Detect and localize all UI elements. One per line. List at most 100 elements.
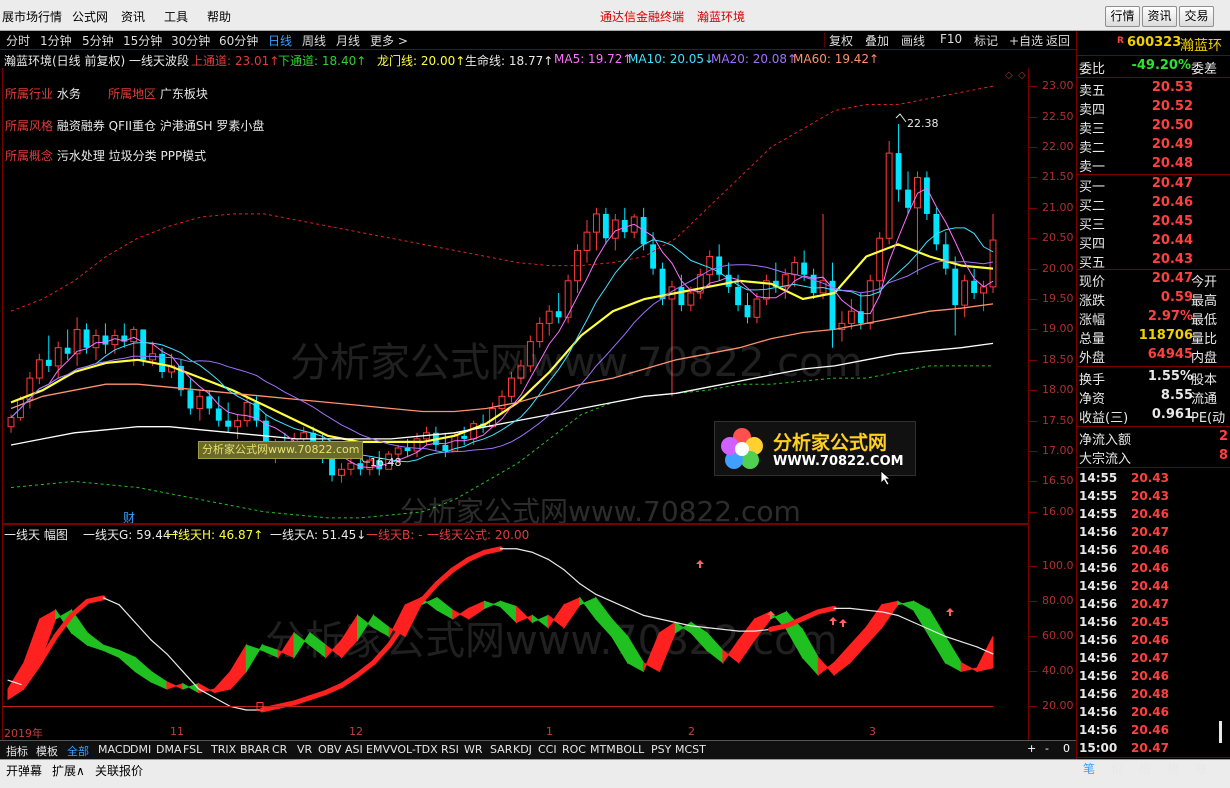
indicator-tab-obv[interactable]: OBV xyxy=(318,743,341,756)
related-quote-button[interactable]: 关联报价 xyxy=(95,762,143,779)
panel-tab-1[interactable]: 价 xyxy=(1111,760,1123,777)
ribbon-segment xyxy=(150,670,168,690)
period-1min[interactable]: 1分钟 xyxy=(40,32,72,49)
slow-line-segment xyxy=(849,607,867,611)
indicator-tab-kdj[interactable]: KDJ xyxy=(513,743,532,756)
period-weekly[interactable]: 周线 xyxy=(302,32,326,49)
indicator-tab-rsi[interactable]: RSI xyxy=(441,743,459,756)
slow-line-segment xyxy=(547,558,565,571)
ask-row-label: 卖一 xyxy=(1079,160,1106,175)
indicator-tab-dma[interactable]: DMA xyxy=(156,743,182,756)
ribbon-segment xyxy=(944,634,962,673)
stat-row-label2: 最低 xyxy=(1191,313,1218,328)
period-60min[interactable]: 60分钟 xyxy=(219,32,258,49)
indicator-tab-全部[interactable]: 全部 xyxy=(67,743,89,759)
indicator-tab-wr[interactable]: WR xyxy=(464,743,483,756)
indicator-tab-brar[interactable]: BRAR xyxy=(240,743,270,756)
price-tick-mark xyxy=(1029,86,1037,88)
tick-price: 20.47 xyxy=(1131,597,1169,611)
danmaku-toggle[interactable]: 开弹幕 xyxy=(6,762,42,779)
panel-tab-4[interactable]: 联 xyxy=(1195,760,1207,777)
link-tdx-terminal[interactable]: 通达信金融终端 xyxy=(600,8,684,25)
bid-row: 买二 20.46 xyxy=(1077,195,1230,214)
candle-body xyxy=(498,395,506,409)
tick-time: 14:56 xyxy=(1079,687,1118,701)
overlay-button[interactable]: 叠加 xyxy=(865,32,889,49)
news-button[interactable]: 资讯 xyxy=(1142,6,1177,27)
mark-button[interactable]: 标记 xyxy=(974,32,998,49)
period-more[interactable]: 更多 > xyxy=(370,32,408,49)
candle-body xyxy=(442,444,449,452)
indicator-tab-trix[interactable]: TRIX xyxy=(211,743,236,756)
ribbon-segment xyxy=(595,596,613,638)
stat2-row-label2: 流通 xyxy=(1191,392,1218,407)
price-tick-mark xyxy=(1029,329,1037,331)
indicator-tab-指标[interactable]: 指标 xyxy=(6,743,28,759)
price-tick-label: 21.00 xyxy=(1042,200,1074,214)
period-monthly[interactable]: 月线 xyxy=(336,32,360,49)
indicator-tab-vol-tdx[interactable]: VOL-TDX xyxy=(390,743,438,756)
period-daily[interactable]: 日线 xyxy=(268,32,292,49)
indicator-tab-cr[interactable]: CR xyxy=(272,743,287,756)
menu-tools[interactable]: 工具 xyxy=(164,8,188,25)
ribbon-segment xyxy=(166,681,184,690)
draw-button[interactable]: 画线 xyxy=(901,32,925,49)
expand-toggle[interactable]: 扩展∧ xyxy=(52,762,85,779)
indicator-tab-模板[interactable]: 模板 xyxy=(36,743,58,759)
ask-row-label: 卖二 xyxy=(1079,141,1106,156)
bid-row-value: 20.44 xyxy=(1151,233,1193,248)
panel-tab-2[interactable]: 细 xyxy=(1139,760,1151,777)
tick-price: 20.44 xyxy=(1131,579,1169,593)
period-5min[interactable]: 5分钟 xyxy=(82,32,114,49)
indicator-tab-mcst[interactable]: MCST xyxy=(675,743,706,756)
indicator-tab-fsl[interactable]: FSL xyxy=(183,743,202,756)
bid-row: 买三 20.45 xyxy=(1077,214,1230,233)
candle-body xyxy=(35,359,43,379)
price-tick-label: 22.00 xyxy=(1042,140,1074,154)
zoom-reset-button[interactable]: 0 xyxy=(1063,742,1070,755)
candle-body xyxy=(621,220,628,233)
indicator-tab-cci[interactable]: CCI xyxy=(538,743,557,756)
ma20-value: MA20: 20.08↑ xyxy=(711,52,798,66)
link-stock-name[interactable]: 瀚蓝环境 xyxy=(697,8,745,25)
zoom-out-button[interactable]: - xyxy=(1045,742,1049,755)
indicator-tab-psy[interactable]: PSY xyxy=(651,743,671,756)
period-30min[interactable]: 30分钟 xyxy=(171,32,210,49)
panel-tab-0[interactable]: 笔 xyxy=(1083,760,1095,777)
period-15min[interactable]: 15分钟 xyxy=(123,32,162,49)
indicator-tab-asi[interactable]: ASI xyxy=(345,743,363,756)
indicator-chart[interactable] xyxy=(3,540,1027,724)
f10-button[interactable]: F10 xyxy=(940,32,962,46)
divider xyxy=(1077,426,1230,427)
ribbon-segment xyxy=(897,600,915,611)
tick-price: 20.47 xyxy=(1131,651,1169,665)
indicator-tab-macd[interactable]: MACD xyxy=(98,743,131,756)
indicator-tab-boll[interactable]: BOLL xyxy=(616,743,644,756)
stat-row: 外盘 64945 内盘 xyxy=(1077,347,1230,366)
back-button[interactable]: 返回 xyxy=(1046,32,1070,49)
add-watchlist-button[interactable]: +自选 xyxy=(1009,32,1043,49)
ask-row: 卖四 20.52 xyxy=(1077,99,1230,118)
menu-news[interactable]: 资讯 xyxy=(121,8,145,25)
indicator-tab-roc[interactable]: ROC xyxy=(562,743,586,756)
trade-button[interactable]: 交易 xyxy=(1179,6,1214,27)
indicator-tab-vr[interactable]: VR xyxy=(297,743,312,756)
zoom-in-button[interactable]: + xyxy=(1027,742,1036,755)
indicator-tab-emv[interactable]: EMV xyxy=(366,743,390,756)
indicator-tab-sar[interactable]: SAR xyxy=(490,743,512,756)
panel-tab-3[interactable]: 势 xyxy=(1167,760,1179,777)
price-tick-label: 17.50 xyxy=(1042,413,1074,427)
adjust-button[interactable]: 复权 xyxy=(829,32,853,49)
period-tick[interactable]: 分时 xyxy=(6,32,30,49)
divider xyxy=(824,33,825,47)
menu-help[interactable]: 帮助 xyxy=(207,8,231,25)
indicator-tab-dmi[interactable]: DMI xyxy=(130,743,151,756)
indicator-tab-mtm[interactable]: MTM xyxy=(590,743,616,756)
menu-market[interactable]: 展市场行情 xyxy=(2,8,62,25)
menu-formula[interactable]: 公式网 xyxy=(72,8,108,25)
tick-scrollbar[interactable] xyxy=(1219,721,1222,743)
tick-price: 20.47 xyxy=(1131,741,1169,755)
quote-button[interactable]: 行情 xyxy=(1105,6,1140,27)
tick-row: 14:56 20.46 xyxy=(1077,543,1230,561)
high-pointer xyxy=(895,113,907,123)
